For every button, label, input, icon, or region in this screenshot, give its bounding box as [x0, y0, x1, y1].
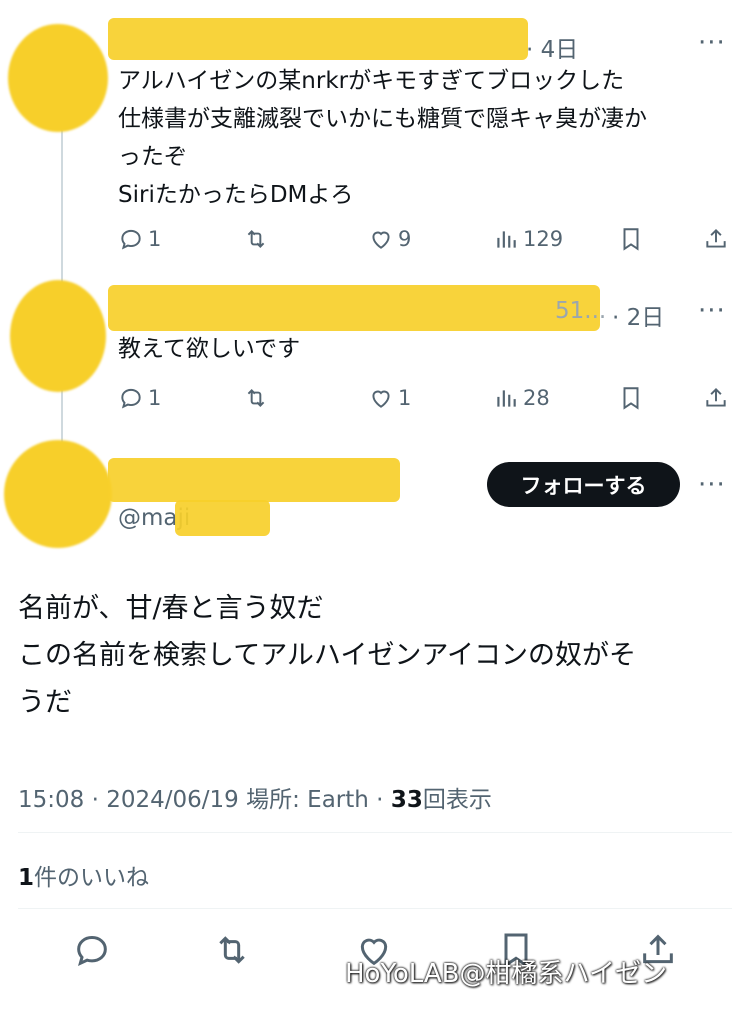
- post-meta: 15:08 · 2024/06/19 場所: Earth · 33回表示: [18, 787, 492, 813]
- post-views-label: 回表示: [422, 787, 492, 813]
- reply-text-line: 教えて欲しいです: [118, 336, 301, 362]
- bookmark-icon: [623, 387, 639, 410]
- follow-button[interactable]: フォローする: [487, 462, 680, 507]
- views-icon: [497, 390, 516, 407]
- reply-button[interactable]: 1: [118, 385, 161, 411]
- reply-text-line: アルハイゼンの某nrkrがキモすぎてブロックした: [118, 68, 625, 94]
- reply-icon: [121, 229, 141, 250]
- post-place: 場所: Earth: [246, 787, 369, 813]
- retweet-icon: [247, 230, 265, 248]
- reply-time: · 4日: [526, 37, 579, 63]
- bookmark-button[interactable]: [618, 385, 644, 411]
- post-date: 2024/06/19: [106, 787, 239, 813]
- share-icon: [706, 228, 726, 248]
- more-icon[interactable]: ···: [698, 28, 726, 58]
- reply-text-line: ったぞ: [118, 144, 187, 170]
- like-count: 9: [398, 227, 412, 251]
- like-button[interactable]: 9: [368, 226, 411, 252]
- reply-icon: [121, 388, 141, 409]
- more-icon[interactable]: ···: [698, 296, 726, 326]
- post-text-line: 名前が、甘/春と言う奴だ: [18, 593, 324, 624]
- reply-count: 1: [148, 227, 162, 251]
- share-button[interactable]: [703, 385, 729, 411]
- reply-time: · 2日: [612, 305, 665, 331]
- heart-icon: [372, 231, 390, 249]
- post-time: 15:08: [18, 787, 85, 813]
- views-button[interactable]: 28: [493, 385, 550, 411]
- heart-icon: [372, 390, 390, 408]
- watermark: HoYoLAB@柑橘系ハイゼン: [345, 959, 667, 989]
- bookmark-button[interactable]: [618, 226, 644, 252]
- divider: [18, 832, 732, 833]
- avatar[interactable]: [4, 440, 112, 548]
- retweet-icon: [247, 389, 265, 407]
- reply-icon: [77, 935, 107, 967]
- post-views-count: 33: [390, 787, 423, 813]
- likes-label: 件のいいね: [34, 865, 150, 891]
- retweet-button[interactable]: [243, 226, 273, 252]
- likes-summary[interactable]: 1件のいいね: [18, 858, 149, 892]
- reply-count: 1: [148, 386, 162, 410]
- reply-button[interactable]: 1: [118, 226, 161, 252]
- redacted-display-name: [108, 458, 400, 502]
- views-button[interactable]: 129: [493, 226, 563, 252]
- redacted-username: [108, 18, 528, 60]
- bookmark-icon: [623, 228, 639, 251]
- share-icon: [706, 387, 726, 407]
- avatar[interactable]: [10, 280, 106, 392]
- views-count: 28: [523, 386, 550, 410]
- redacted-handle: [175, 500, 270, 536]
- reply-button[interactable]: [72, 930, 112, 974]
- views-icon: [497, 231, 516, 248]
- retweet-button[interactable]: [212, 930, 252, 974]
- like-count: 1: [398, 386, 412, 410]
- views-count: 129: [523, 227, 564, 251]
- likes-count: 1: [18, 865, 35, 891]
- retweet-button[interactable]: [243, 385, 273, 411]
- retweet-icon: [219, 936, 245, 964]
- post-text-line: うだ: [18, 687, 72, 718]
- post-text-line: この名前を検索してアルハイゼンアイコンの奴がそ: [18, 640, 637, 671]
- reply-handle-tail: 51...: [555, 298, 607, 324]
- share-button[interactable]: [703, 226, 729, 252]
- more-icon[interactable]: ···: [698, 470, 726, 500]
- divider: [18, 908, 732, 909]
- redacted-username: [108, 285, 600, 331]
- reply-text-line: SiriたかったらDMよろ: [118, 182, 354, 208]
- reply-text-line: 仕様書が支離滅裂でいかにも糖質で隠キャ臭が凄か: [118, 106, 647, 132]
- avatar[interactable]: [8, 24, 108, 132]
- like-button[interactable]: 1: [368, 385, 411, 411]
